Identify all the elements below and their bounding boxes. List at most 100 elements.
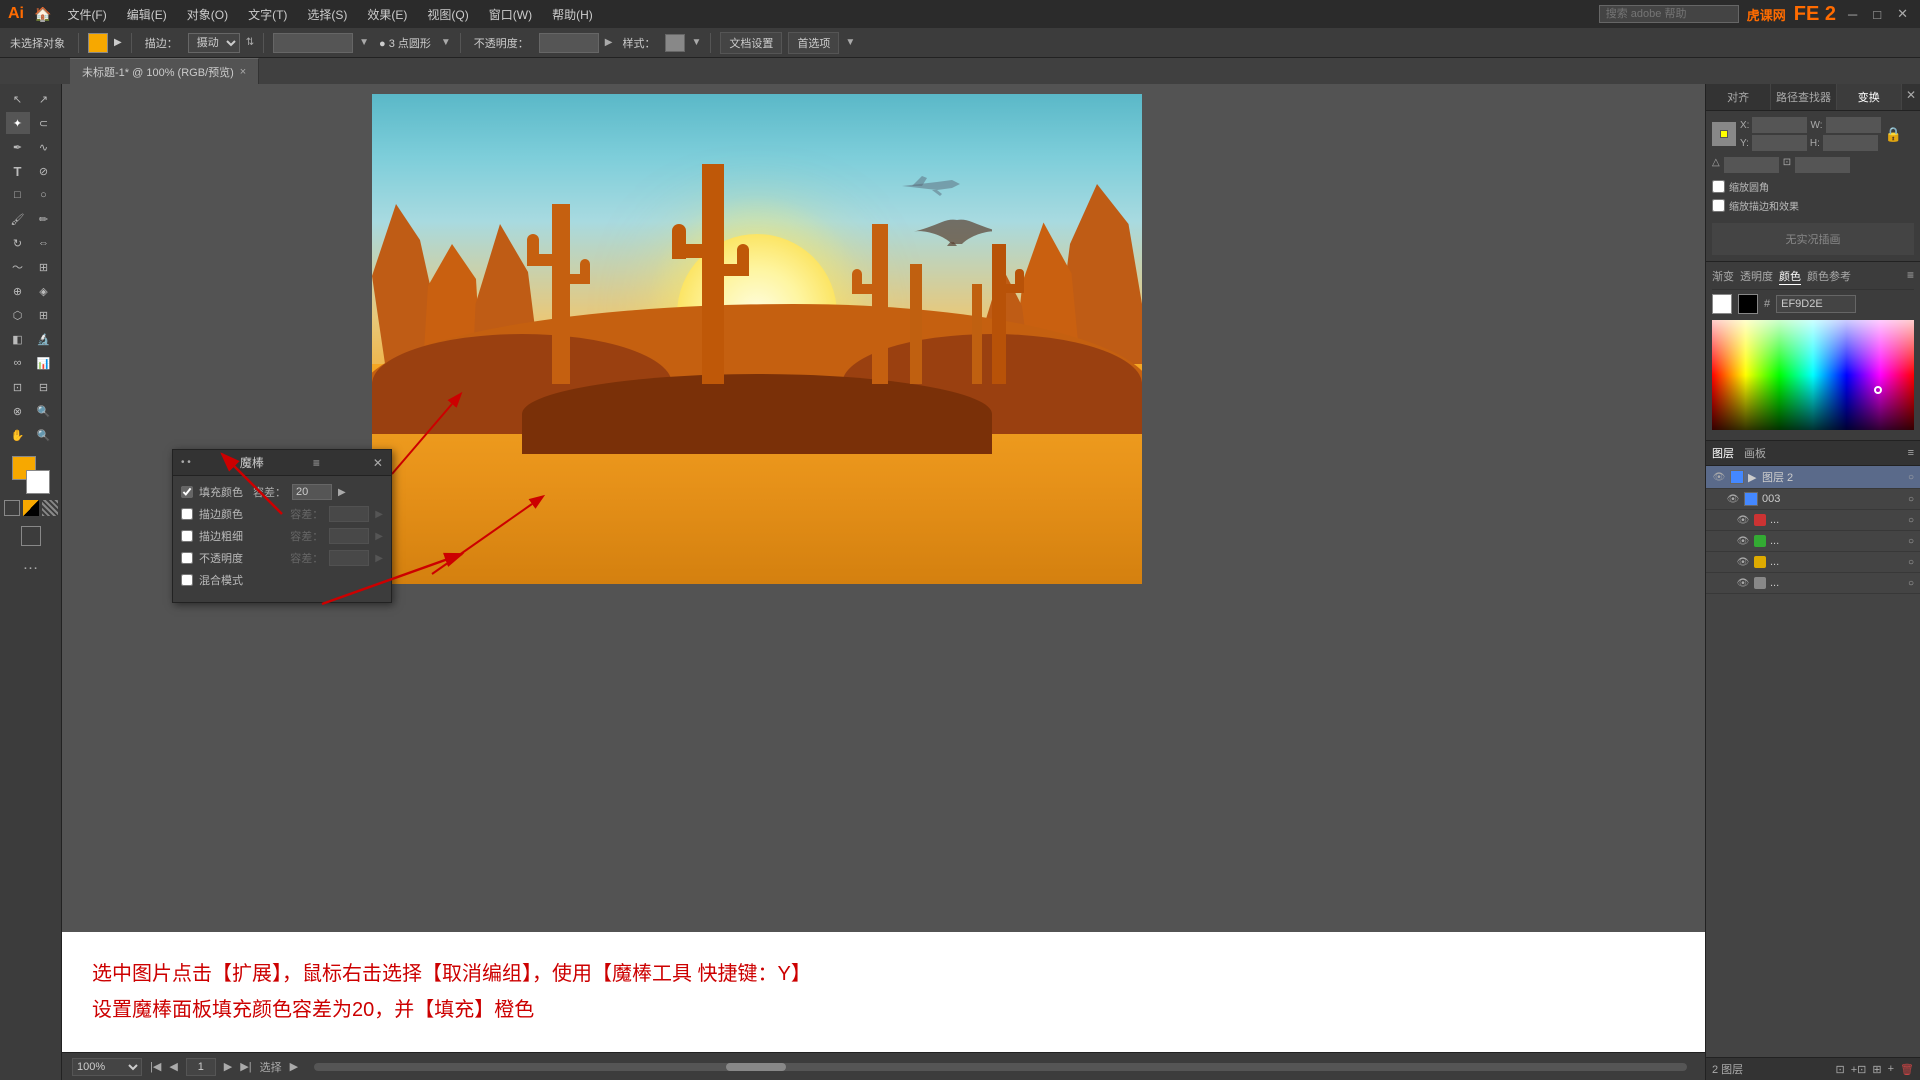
color-panel-menu[interactable]: ≡: [1907, 268, 1914, 285]
curvature-tool[interactable]: ∿: [32, 136, 56, 158]
tab-layers[interactable]: 图层: [1712, 445, 1734, 461]
search-tool[interactable]: 🔍: [32, 424, 56, 446]
hex-input[interactable]: [1776, 295, 1856, 313]
text-tool[interactable]: T: [6, 160, 30, 182]
window-maximize[interactable]: □: [1869, 7, 1885, 22]
live-paint-tool[interactable]: ◈: [32, 280, 56, 302]
make-clipping-mask-btn[interactable]: ⊡: [1836, 1063, 1845, 1076]
hand-tool[interactable]: ✋: [6, 424, 30, 446]
fill-tolerance-input[interactable]: [292, 484, 332, 500]
eyedropper-tool[interactable]: 🔬: [32, 328, 56, 350]
bar-chart-tool[interactable]: 📊: [32, 352, 56, 374]
direct-select-tool[interactable]: ↗: [32, 88, 56, 110]
angle-input[interactable]: [1724, 157, 1779, 173]
tab-align[interactable]: 对齐: [1706, 84, 1771, 110]
menu-effects[interactable]: 效果(E): [359, 4, 415, 25]
menu-edit[interactable]: 编辑(E): [119, 4, 175, 25]
reflect-tool[interactable]: ⇔: [32, 232, 56, 254]
page-number-input[interactable]: [186, 1058, 216, 1076]
zoom-tool[interactable]: 🔍: [32, 400, 56, 422]
magic-panel-menu[interactable]: ≡: [313, 456, 320, 470]
h-input[interactable]: [1823, 135, 1878, 151]
tab-pathfinder[interactable]: 路径查找器: [1771, 84, 1836, 110]
brush-dropdown-icon[interactable]: ▼: [359, 37, 369, 48]
tab-color[interactable]: 颜色: [1779, 268, 1801, 285]
layer-gray-circle[interactable]: ○: [1908, 578, 1914, 589]
pattern-swatch[interactable]: [42, 500, 58, 516]
h-scrollbar-thumb[interactable]: [726, 1063, 786, 1071]
fg-bg-color-selector[interactable]: [12, 456, 50, 494]
move-to-layer-btn[interactable]: ⊞: [1872, 1063, 1881, 1076]
page-nav-prev[interactable]: |◀: [150, 1060, 161, 1073]
tab-gradient[interactable]: 渐变: [1712, 268, 1734, 285]
y-input[interactable]: [1752, 135, 1807, 151]
eraser-tool[interactable]: ⊗: [6, 400, 30, 422]
stroke-width-checkbox[interactable]: [181, 530, 193, 542]
brush-size-input[interactable]: [273, 33, 353, 53]
layer-red-circle[interactable]: ○: [1908, 515, 1914, 526]
fill-color-checkbox[interactable]: [181, 486, 193, 498]
menu-select[interactable]: 选择(S): [299, 4, 355, 25]
lock-proportions-btn[interactable]: 🔒: [1885, 126, 1902, 143]
perspective-tool[interactable]: ⬡: [6, 304, 30, 326]
page-nav-forward[interactable]: ▶: [224, 1060, 232, 1073]
menu-window[interactable]: 窗口(W): [481, 4, 540, 25]
pencil-tool[interactable]: ✏: [32, 208, 56, 230]
stroke-width-input[interactable]: [329, 528, 369, 544]
style-dropdown[interactable]: ▼: [691, 37, 701, 48]
black-swatch[interactable]: [1738, 294, 1758, 314]
tab-color-ref[interactable]: 颜色参考: [1807, 268, 1851, 285]
layer-yellow-visibility[interactable]: 👁: [1736, 555, 1750, 569]
brush-type-dropdown[interactable]: ▼: [441, 37, 451, 48]
window-close[interactable]: ✕: [1893, 6, 1912, 22]
blend-mode-checkbox[interactable]: [181, 574, 193, 586]
layer-gray-visibility[interactable]: 👁: [1736, 576, 1750, 590]
w-input[interactable]: [1826, 117, 1881, 133]
page-nav-last[interactable]: ▶|: [240, 1060, 251, 1073]
menu-help[interactable]: 帮助(H): [544, 4, 601, 25]
layer-green-circle[interactable]: ○: [1908, 536, 1914, 547]
layer-item-gray[interactable]: 👁 ... ○: [1706, 573, 1920, 594]
layer-item-yellow[interactable]: 👁 ... ○: [1706, 552, 1920, 573]
rotate-tool[interactable]: ↻: [6, 232, 30, 254]
home-icon[interactable]: 🏠: [34, 6, 51, 23]
menu-file[interactable]: 文件(F): [59, 4, 114, 25]
layer-2-visibility[interactable]: 👁: [1712, 470, 1726, 484]
ellipse-tool[interactable]: ○: [32, 184, 56, 206]
opacity-checkbox[interactable]: [181, 552, 193, 564]
search-input[interactable]: [1599, 5, 1739, 23]
background-color[interactable]: [26, 470, 50, 494]
h-scrollbar-track[interactable]: [314, 1063, 1687, 1071]
path-tool[interactable]: ⊘: [32, 160, 56, 182]
white-swatch[interactable]: [1712, 294, 1732, 314]
warp-tool[interactable]: 〜: [6, 256, 30, 278]
page-nav-back[interactable]: ◀: [169, 1060, 177, 1073]
preferences-btn[interactable]: 首选项: [788, 32, 839, 54]
reference-grid[interactable]: [1712, 122, 1736, 146]
none-color[interactable]: [4, 500, 20, 516]
new-layer-btn[interactable]: +: [1888, 1063, 1894, 1076]
layer-2-expand[interactable]: ▶: [1748, 471, 1758, 484]
opacity-input[interactable]: [329, 550, 369, 566]
opacity-input[interactable]: 100%: [539, 33, 599, 53]
layer-item-2[interactable]: 👁 ▶ 图层 2 ○: [1706, 466, 1920, 489]
layer-green-visibility[interactable]: 👁: [1736, 534, 1750, 548]
color-spectrum[interactable]: [1712, 320, 1914, 430]
layer-yellow-circle[interactable]: ○: [1908, 557, 1914, 568]
tab-transparency[interactable]: 透明度: [1740, 268, 1773, 285]
doc-settings-btn[interactable]: 文档设置: [720, 32, 782, 54]
layer-red-visibility[interactable]: 👁: [1736, 513, 1750, 527]
tab-transform[interactable]: 变换: [1837, 84, 1902, 110]
normal-mode-btn[interactable]: [21, 526, 41, 546]
free-transform-tool[interactable]: ⊞: [32, 256, 56, 278]
gradient-tool[interactable]: ◧: [6, 328, 30, 350]
fill-tolerance-arrow[interactable]: ▶: [338, 487, 346, 498]
layer-item-003[interactable]: 👁 003 ○: [1706, 489, 1920, 510]
slice-tool[interactable]: ⊟: [32, 376, 56, 398]
shape-builder-tool[interactable]: ⊕: [6, 280, 30, 302]
lasso-tool[interactable]: ⊂: [32, 112, 56, 134]
select-tool[interactable]: ↖: [6, 88, 30, 110]
layer-003-visibility[interactable]: 👁: [1726, 492, 1740, 506]
art-brush-tool[interactable]: ⊡: [6, 376, 30, 398]
rect-tool[interactable]: □: [6, 184, 30, 206]
